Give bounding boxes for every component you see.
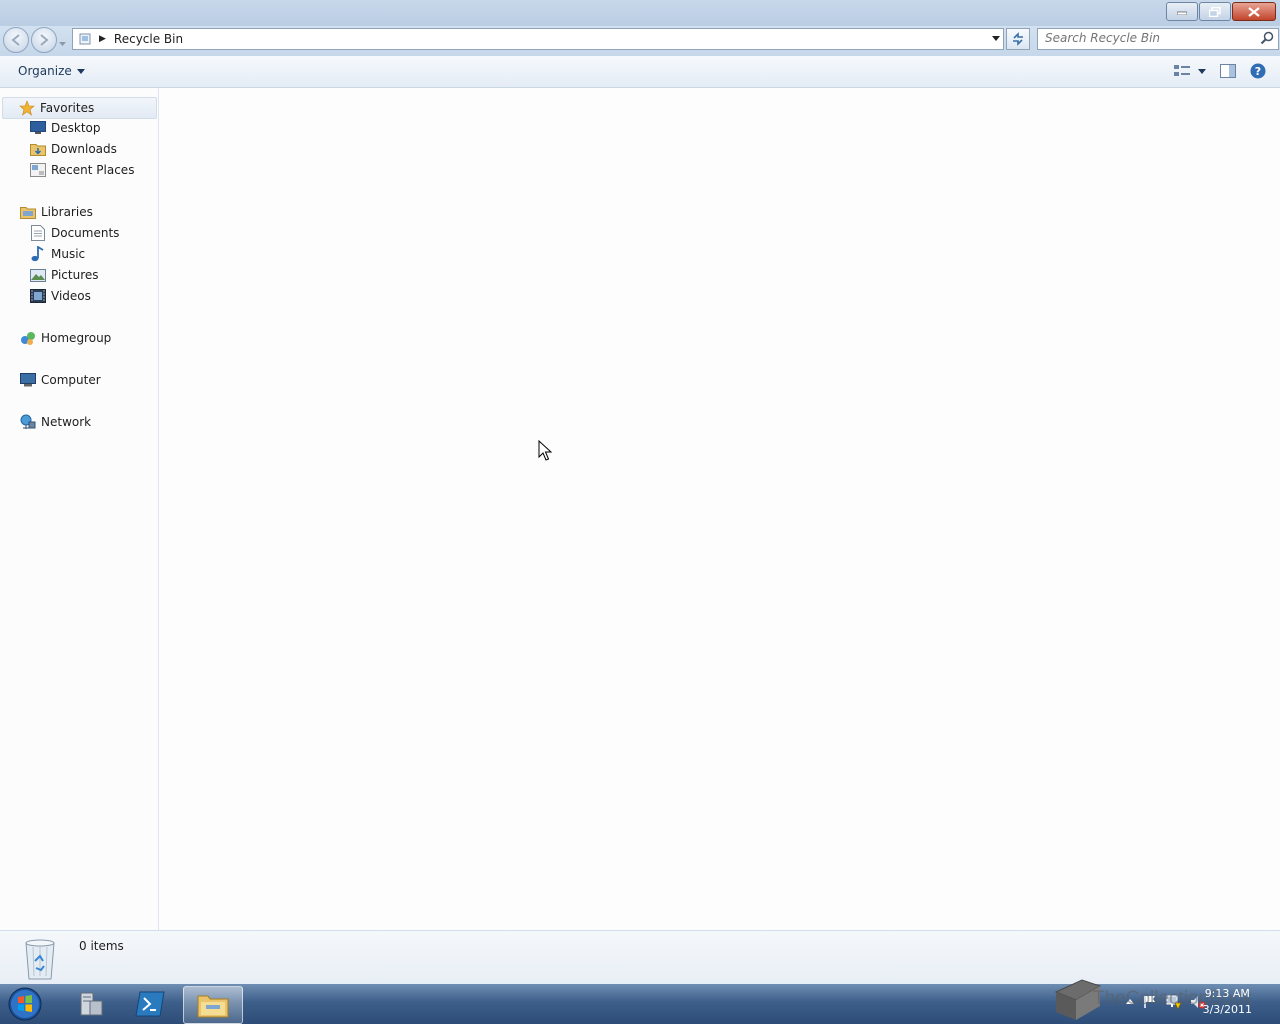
nav-network[interactable]: Network [20, 412, 91, 432]
nav-favorites[interactable]: Favorites [2, 97, 157, 119]
window-controls [1166, 2, 1276, 21]
clock-time: 9:13 AM [1204, 987, 1250, 1000]
pictures-icon [30, 267, 46, 283]
nav-homegroup[interactable]: Homegroup [20, 328, 111, 348]
desktop-icon [30, 120, 46, 136]
organize-button[interactable]: Organize [18, 64, 85, 78]
start-button[interactable] [6, 986, 44, 1022]
title-bar [0, 0, 1280, 26]
computer-icon [20, 372, 36, 388]
breadcrumb-separator-icon[interactable]: ▶ [99, 34, 106, 44]
nav-recent-places-label: Recent Places [51, 163, 135, 177]
search-input[interactable] [1038, 29, 1250, 47]
navigation-bar: ▶ Recycle Bin [0, 26, 1280, 56]
server-manager-icon [80, 992, 103, 1016]
help-icon[interactable]: ? [1250, 63, 1266, 79]
mouse-cursor-icon [538, 440, 552, 461]
network-icon [20, 414, 36, 430]
folder-icon [197, 995, 229, 1018]
nav-desktop-label: Desktop [51, 121, 101, 135]
nav-recent-places[interactable]: Recent Places [30, 160, 134, 180]
refresh-button[interactable] [1006, 28, 1030, 50]
libraries-icon [20, 204, 36, 220]
nav-network-label: Network [41, 415, 92, 429]
chevron-down-icon [1198, 68, 1206, 74]
recent-places-icon [30, 162, 46, 178]
nav-documents[interactable]: Documents [30, 223, 119, 243]
minimize-button[interactable] [1166, 2, 1198, 21]
chevron-down-icon [992, 36, 1000, 41]
clock-date: 3/3/2011 [1202, 1003, 1252, 1016]
preview-pane-icon[interactable] [1220, 64, 1236, 78]
nav-videos-label: Videos [51, 289, 91, 303]
nav-documents-label: Documents [51, 226, 120, 240]
homegroup-icon [20, 330, 36, 346]
restore-icon [1209, 6, 1221, 17]
minimize-icon [1177, 11, 1187, 15]
view-options-icon [1174, 65, 1190, 76]
address-bar[interactable]: ▶ Recycle Bin [72, 28, 1004, 50]
navigation-pane: Favorites Desktop Downloads Recent Place… [0, 88, 159, 930]
chevron-down-icon [76, 68, 85, 74]
back-arrow-icon [11, 34, 20, 46]
nav-libraries-label: Libraries [41, 205, 93, 219]
search-box [1037, 28, 1279, 50]
command-bar: Organize ? [0, 56, 1280, 88]
svg-text:?: ? [1255, 65, 1261, 78]
nav-downloads-label: Downloads [51, 142, 117, 156]
view-controls: ? [1174, 63, 1266, 79]
item-count: 0 items [79, 939, 124, 953]
nav-pictures-label: Pictures [51, 268, 99, 282]
taskbar [0, 979, 1280, 1024]
nav-music-label: Music [51, 247, 86, 261]
nav-libraries[interactable]: Libraries [20, 202, 93, 222]
recycle-bin-small-icon [79, 33, 91, 45]
nav-computer-label: Computer [41, 373, 101, 387]
nav-homegroup-label: Homegroup [41, 331, 112, 345]
forward-button[interactable] [31, 27, 57, 53]
nav-music[interactable]: Music [30, 244, 85, 264]
back-button[interactable] [3, 27, 29, 53]
nav-desktop[interactable]: Desktop [30, 118, 101, 138]
clock[interactable]: 9:13 AM 3/3/2011 [1203, 986, 1252, 1018]
search-icon[interactable] [1260, 31, 1274, 45]
recycle-bin-icon [25, 939, 55, 980]
videos-icon [30, 288, 46, 304]
close-button[interactable] [1232, 2, 1276, 21]
address-history-dropdown[interactable] [991, 32, 1001, 47]
nav-videos[interactable]: Videos [30, 286, 91, 306]
chevron-down-icon [59, 42, 66, 46]
recent-pages-dropdown[interactable] [59, 36, 66, 50]
breadcrumb-recycle-bin[interactable]: Recycle Bin [114, 32, 183, 46]
music-icon [30, 246, 46, 262]
change-view-button[interactable] [1174, 64, 1206, 78]
refresh-icon [1013, 32, 1023, 46]
close-icon [1248, 6, 1260, 17]
nav-pictures[interactable]: Pictures [30, 265, 99, 285]
taskbar-server-manager[interactable] [62, 986, 118, 1022]
organize-label: Organize [18, 64, 72, 78]
taskbar-windows-explorer[interactable] [183, 986, 243, 1024]
star-icon [19, 100, 35, 116]
nav-downloads[interactable]: Downloads [30, 139, 117, 159]
powershell-icon [135, 991, 165, 1017]
downloads-folder-icon [30, 141, 46, 157]
nav-computer[interactable]: Computer [20, 370, 101, 390]
documents-icon [30, 225, 46, 241]
restore-button[interactable] [1199, 2, 1231, 21]
taskbar-powershell[interactable] [122, 986, 178, 1022]
nav-favorites-label: Favorites [40, 101, 95, 115]
file-list-area[interactable] [159, 88, 1280, 930]
forward-arrow-icon [40, 34, 49, 46]
